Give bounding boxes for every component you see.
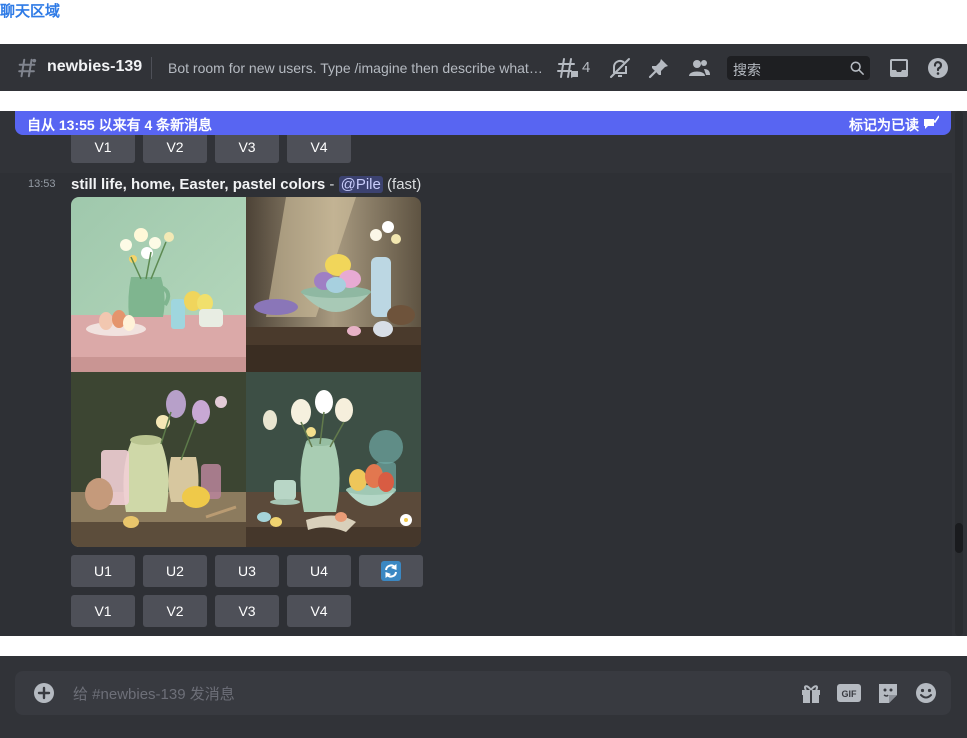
channel-topic[interactable]: Bot room for new users. Type /imagine th… [168, 60, 546, 76]
pin-icon[interactable] [647, 56, 671, 80]
channel-name: newbies-139 [47, 58, 143, 75]
message-list[interactable]: V1 V2 V3 V4 自从 13:55 以来有 4 条新消息 标记为已读 13… [0, 111, 967, 636]
gif-icon[interactable]: GIF [837, 682, 861, 704]
thread-count: 4 [582, 59, 591, 76]
message-separator: - [325, 176, 339, 193]
message-prompt: still life, home, Easter, pastel colors [71, 176, 326, 193]
prev-variation-button-4[interactable]: V4 [287, 131, 351, 163]
new-messages-text: 自从 13:55 以来有 4 条新消息 [27, 117, 213, 133]
header-divider [151, 57, 152, 79]
mark-read-icon[interactable] [923, 115, 939, 131]
message-composer[interactable]: GIF [15, 671, 951, 717]
search-placeholder: 搜索 [733, 62, 761, 78]
scrollbar-thumb[interactable] [955, 523, 963, 553]
image-tile-3[interactable] [71, 372, 246, 547]
prev-variation-button-3[interactable]: V3 [215, 131, 279, 163]
inbox-icon[interactable] [887, 56, 911, 80]
gift-icon[interactable] [799, 682, 823, 704]
reroll-button[interactable] [359, 555, 423, 587]
notifications-muted-icon[interactable] [608, 56, 632, 80]
emoji-icon[interactable] [914, 682, 938, 704]
scrollbar-track[interactable] [955, 111, 963, 636]
channel-header: newbies-139 Bot room for new users. Type… [0, 44, 967, 91]
message-timestamp: 13:53 [28, 178, 56, 190]
threads-icon[interactable] [556, 56, 580, 80]
sticker-icon[interactable] [876, 682, 900, 704]
add-attachment-icon[interactable] [33, 682, 55, 704]
upscale-button-1[interactable]: U1 [71, 555, 135, 587]
message-input[interactable] [71, 671, 675, 717]
new-messages-banner[interactable]: 自从 13:55 以来有 4 条新消息 标记为已读 [15, 111, 951, 135]
member-list-icon[interactable] [687, 56, 711, 80]
refresh-icon [381, 561, 401, 581]
variation-button-1[interactable]: V1 [71, 595, 135, 627]
search-input[interactable]: 搜索 [727, 56, 870, 80]
image-tile-4[interactable] [246, 372, 421, 547]
upscale-button-2[interactable]: U2 [143, 555, 207, 587]
mark-as-read-button[interactable]: 标记为已读 [849, 115, 919, 135]
upscale-button-4[interactable]: U4 [287, 555, 351, 587]
image-tile-2[interactable] [246, 197, 421, 372]
user-mention[interactable]: @Pile [338, 176, 383, 193]
svg-text:GIF: GIF [842, 689, 858, 699]
upscale-button-3[interactable]: U3 [215, 555, 279, 587]
prev-variation-button-2[interactable]: V2 [143, 131, 207, 163]
chat-area-annotation: 聊天区域 [0, 3, 61, 20]
search-icon [850, 61, 864, 75]
prev-variation-button-1[interactable]: V1 [71, 131, 135, 163]
image-tile-1[interactable] [71, 197, 246, 372]
variation-button-3[interactable]: V3 [215, 595, 279, 627]
variation-button-4[interactable]: V4 [287, 595, 351, 627]
speed-label: (fast) [387, 176, 422, 193]
text-channel-hash-icon [18, 58, 37, 78]
message-content: still life, home, Easter, pastel colors … [71, 176, 421, 193]
generated-image-grid[interactable] [71, 197, 421, 547]
variation-button-2[interactable]: V2 [143, 595, 207, 627]
help-icon[interactable] [926, 56, 950, 80]
composer-area: GIF [0, 656, 967, 738]
